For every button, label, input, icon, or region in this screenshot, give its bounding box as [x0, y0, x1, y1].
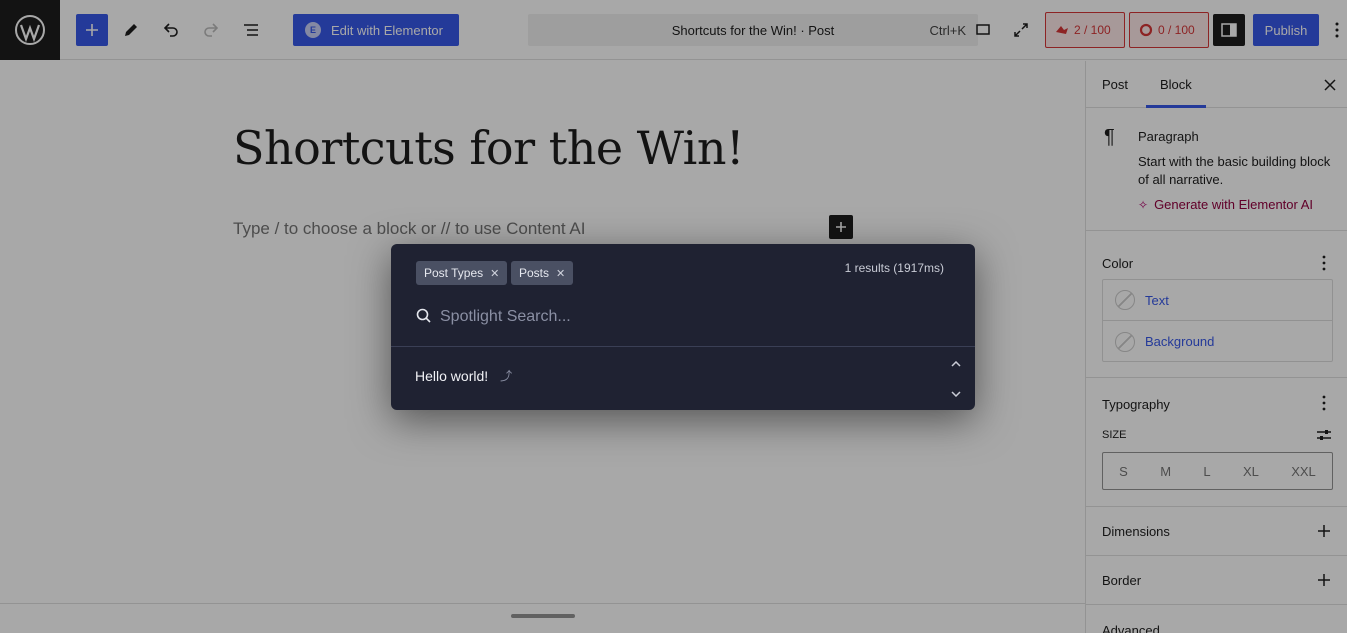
scroll-down-button[interactable]	[949, 387, 963, 401]
chevron-up-icon	[951, 361, 961, 367]
chevron-down-icon	[951, 391, 961, 397]
enter-icon: ⤴	[500, 369, 513, 383]
spotlight-search-modal: Post Types ✕ Posts ✕ 1 results (1917ms) …	[391, 244, 975, 410]
search-result-item[interactable]: Hello world! ⤴	[415, 367, 512, 384]
search-result-label: Hello world!	[415, 367, 489, 384]
spotlight-search-input[interactable]	[440, 304, 920, 330]
filter-tag-label: Posts	[519, 266, 550, 280]
remove-filter-icon[interactable]: ✕	[556, 267, 565, 280]
scroll-up-button[interactable]	[949, 357, 963, 371]
results-count: 1 results (1917ms)	[844, 261, 944, 275]
filter-tag-posts[interactable]: Posts ✕	[511, 261, 574, 285]
search-icon	[416, 308, 431, 328]
filter-tag-label: Post Types	[424, 266, 484, 280]
spotlight-header: Post Types ✕ Posts ✕ 1 results (1917ms)	[391, 244, 975, 347]
filter-tag-post-types[interactable]: Post Types ✕	[416, 261, 508, 285]
remove-filter-icon[interactable]: ✕	[490, 267, 499, 280]
